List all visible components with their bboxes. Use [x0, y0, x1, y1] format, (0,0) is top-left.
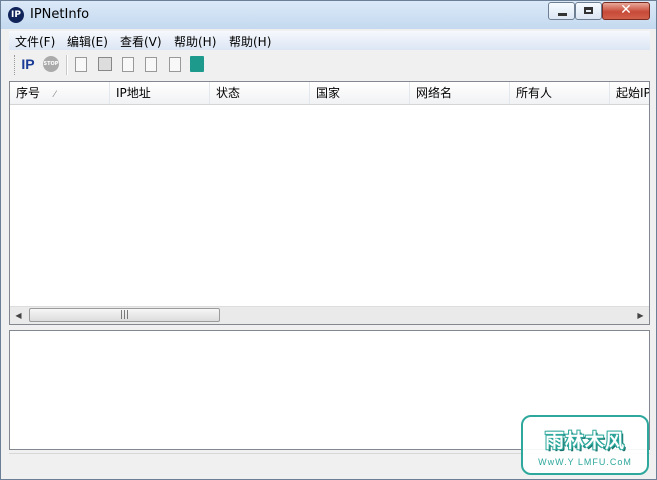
- save-icon: [98, 57, 112, 71]
- app-window: IP IPNetInfo ✕ 文件(F) 编辑(E) 查看(V) 帮助(H) 帮…: [0, 0, 657, 480]
- copy-button[interactable]: [118, 54, 138, 74]
- toolbar-separator: [66, 55, 68, 75]
- column-ip-address[interactable]: IP地址: [110, 82, 210, 104]
- ip-lookup-button[interactable]: IP: [18, 54, 38, 74]
- horizontal-scrollbar[interactable]: ◀ ||| ▶: [10, 306, 649, 324]
- menu-edit[interactable]: 编辑(E): [67, 33, 108, 50]
- column-index-label: 序号: [16, 86, 41, 100]
- watermark-url: WwW.Y LMFU.CoM: [538, 457, 632, 467]
- exit-icon: [190, 56, 204, 72]
- watermark-title: 雨林木风: [544, 430, 625, 452]
- copy-document-button[interactable]: [71, 54, 91, 74]
- column-start-ip[interactable]: 起始IP: [610, 82, 649, 104]
- column-status[interactable]: 状态: [210, 82, 310, 104]
- stop-icon: STOP: [43, 56, 59, 72]
- minimize-icon: [558, 13, 567, 16]
- save-button[interactable]: [95, 54, 115, 74]
- toolbar-grip[interactable]: [14, 55, 17, 75]
- sort-icon: ⁄: [54, 90, 56, 100]
- minimize-button[interactable]: [548, 2, 575, 20]
- column-country[interactable]: 国家: [310, 82, 410, 104]
- column-index[interactable]: 序号 ⁄: [10, 82, 110, 104]
- column-owner[interactable]: 所有人: [510, 82, 610, 104]
- menu-view[interactable]: 查看(V): [120, 33, 162, 50]
- menu-help-2[interactable]: 帮助(H): [229, 33, 271, 50]
- copy-document-icon: [75, 56, 87, 72]
- html-report-button[interactable]: [165, 54, 185, 74]
- close-button[interactable]: ✕: [602, 2, 650, 20]
- copy-icon: [122, 56, 134, 72]
- title-bar[interactable]: IP IPNetInfo ✕: [1, 1, 656, 29]
- menu-bar: 文件(F) 编辑(E) 查看(V) 帮助(H) 帮助(H): [9, 31, 650, 50]
- scrollbar-thumb[interactable]: |||: [29, 308, 220, 322]
- stop-button[interactable]: STOP: [41, 54, 61, 74]
- results-list[interactable]: 序号 ⁄ IP地址 状态 国家 网络名 所有人 起始IP ◀ ||| ▶: [9, 81, 650, 325]
- scroll-right-icon[interactable]: ▶: [632, 307, 649, 324]
- list-header: 序号 ⁄ IP地址 状态 国家 网络名 所有人 起始IP: [10, 82, 649, 105]
- column-network-name[interactable]: 网络名: [410, 82, 510, 104]
- exit-button[interactable]: [187, 54, 207, 74]
- window-title: IPNetInfo: [30, 7, 90, 22]
- maximize-button[interactable]: [575, 2, 602, 20]
- maximize-icon: [584, 7, 593, 14]
- properties-button[interactable]: [141, 54, 161, 74]
- scroll-left-icon[interactable]: ◀: [10, 307, 27, 324]
- app-icon: IP: [8, 7, 24, 23]
- menu-help[interactable]: 帮助(H): [174, 33, 216, 50]
- menu-file[interactable]: 文件(F): [15, 33, 55, 50]
- ip-lookup-icon: IP: [21, 56, 35, 72]
- close-icon: ✕: [620, 2, 632, 18]
- html-report-icon: [169, 56, 181, 72]
- properties-icon: [145, 56, 157, 72]
- toolbar: IP STOP: [9, 51, 650, 79]
- watermark-logo: 雨林木风 WwW.Y LMFU.CoM: [521, 415, 649, 475]
